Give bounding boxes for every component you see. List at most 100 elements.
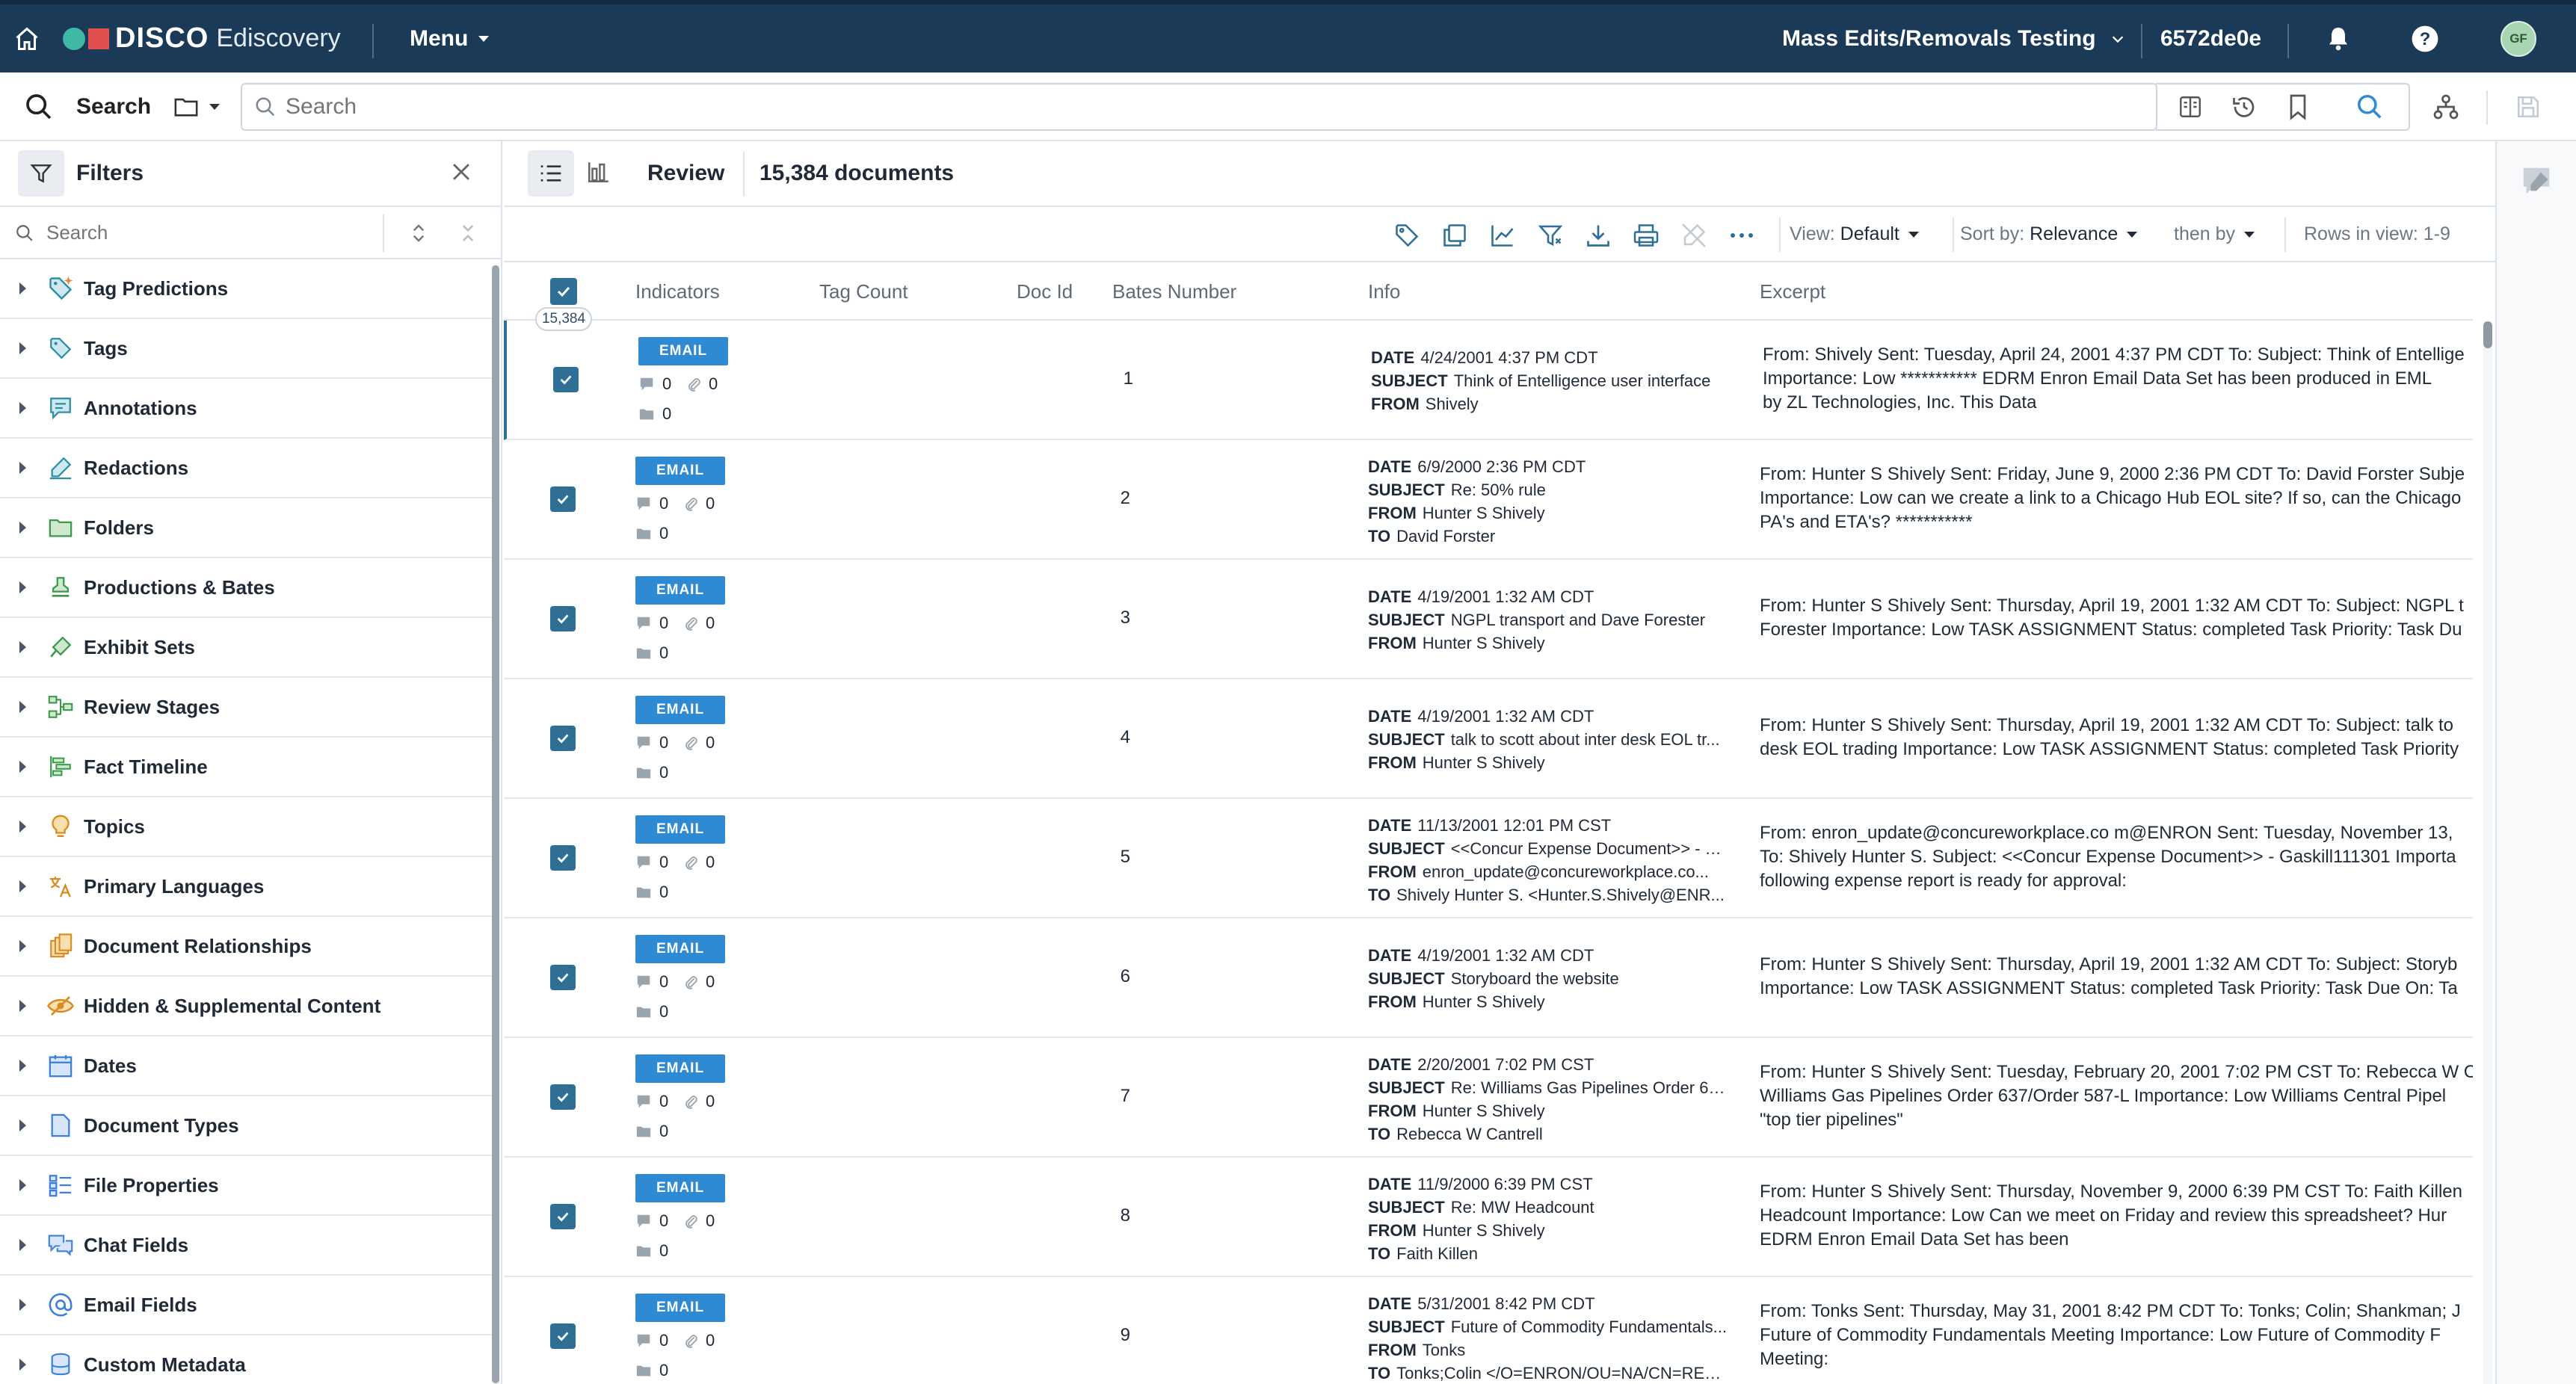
analytics-icon[interactable]	[1489, 222, 1516, 249]
filter-results-icon[interactable]	[1537, 222, 1564, 249]
filter-item-topics[interactable]: Topics	[0, 797, 493, 857]
folder-menu-button[interactable]	[173, 72, 220, 141]
expand-all-icon[interactable]	[408, 222, 429, 244]
save-search-icon[interactable]	[2507, 72, 2549, 141]
expand-caret-icon[interactable]	[19, 462, 26, 474]
row-checkbox[interactable]	[553, 367, 579, 392]
row-checkbox[interactable]	[550, 1204, 576, 1229]
filter-item-review-stages[interactable]: Review Stages	[0, 678, 493, 738]
filters-search-input[interactable]	[46, 207, 375, 258]
expand-caret-icon[interactable]	[19, 342, 26, 354]
run-search-icon[interactable]	[2349, 72, 2391, 141]
workspace-selector[interactable]: Mass Edits/Removals Testing	[1782, 4, 2126, 72]
table-row[interactable]: EMAIL 0 0 0 4 DATE 4/19/2001 1:32 AM CDT SUBJEC…	[504, 679, 2473, 799]
expand-caret-icon[interactable]	[19, 1239, 26, 1251]
filter-item-tag-predictions[interactable]: Tag Predictions	[0, 259, 493, 319]
filter-item-chat-fields[interactable]: Chat Fields	[0, 1216, 493, 1276]
filter-item-document-types[interactable]: Document Types	[0, 1096, 493, 1156]
filter-item-annotations[interactable]: Annotations	[0, 379, 493, 439]
table-row[interactable]: EMAIL 0 0 0 8 DATE 11/9/2000 6:39 PM CST SUBJEC…	[504, 1158, 2473, 1277]
filter-item-fact-timeline[interactable]: Fact Timeline	[0, 738, 493, 797]
column-header-tag-count[interactable]: Tag Count	[819, 280, 908, 303]
tag-icon[interactable]	[1393, 222, 1420, 249]
then-by-selector[interactable]: then by	[2174, 223, 2255, 245]
print-icon[interactable]	[1633, 222, 1660, 249]
redact-icon[interactable]	[1680, 222, 1707, 249]
filter-item-primary-languages[interactable]: Primary Languages	[0, 857, 493, 917]
expand-caret-icon[interactable]	[19, 821, 26, 832]
expand-caret-icon[interactable]	[19, 282, 26, 294]
filter-item-productions-bates[interactable]: Productions & Bates	[0, 558, 493, 618]
row-checkbox[interactable]	[550, 606, 576, 631]
filter-item-dates[interactable]: Dates	[0, 1037, 493, 1096]
table-scrollbar[interactable]	[2483, 321, 2492, 348]
expand-caret-icon[interactable]	[19, 1359, 26, 1371]
expand-caret-icon[interactable]	[19, 1060, 26, 1072]
collapse-all-icon[interactable]	[457, 222, 478, 244]
expand-caret-icon[interactable]	[19, 1000, 26, 1012]
row-checkbox[interactable]	[550, 845, 576, 871]
filter-item-file-properties[interactable]: File Properties	[0, 1156, 493, 1216]
column-header-excerpt[interactable]: Excerpt	[1760, 280, 1825, 303]
copy-to-folder-icon[interactable]	[1441, 222, 1468, 249]
filter-item-tags[interactable]: Tags	[0, 319, 493, 379]
expand-caret-icon[interactable]	[19, 701, 26, 713]
history-icon[interactable]	[2223, 72, 2265, 141]
help-icon[interactable]: ?	[2411, 4, 2439, 72]
expand-caret-icon[interactable]	[19, 581, 26, 593]
filter-item-hidden-supplemental[interactable]: Hidden & Supplemental Content	[0, 977, 493, 1037]
expand-caret-icon[interactable]	[19, 1119, 26, 1131]
column-header-doc-id[interactable]: Doc Id	[1017, 280, 1073, 303]
review-mode-label[interactable]: Review	[647, 161, 724, 186]
expand-caret-icon[interactable]	[19, 1179, 26, 1191]
bell-icon[interactable]	[2325, 4, 2352, 72]
row-checkbox[interactable]	[550, 965, 576, 990]
expand-caret-icon[interactable]	[19, 1299, 26, 1311]
expand-caret-icon[interactable]	[19, 522, 26, 534]
bookmark-icon[interactable]	[2277, 72, 2319, 141]
close-icon[interactable]	[449, 159, 474, 185]
filter-item-exhibit-sets[interactable]: Exhibit Sets	[0, 618, 493, 678]
filter-item-custom-metadata[interactable]: Custom Metadata	[0, 1335, 493, 1384]
annotate-panel-icon[interactable]	[2519, 164, 2554, 198]
row-checkbox[interactable]	[550, 1084, 576, 1110]
row-checkbox[interactable]	[550, 1323, 576, 1349]
user-avatar[interactable]: GF	[2500, 4, 2536, 72]
table-row[interactable]: EMAIL 0 0 0 3 DATE 4/19/2001 1:32 AM CDT SUBJEC…	[504, 560, 2473, 679]
expand-caret-icon[interactable]	[19, 940, 26, 952]
table-row[interactable]: EMAIL 0 0 0 5 DATE 11/13/2001 12:01 PM CST SUBJ…	[504, 799, 2473, 918]
column-header-bates-number[interactable]: Bates Number	[1112, 280, 1236, 303]
disco-logo[interactable]: DISCO Ediscovery	[63, 4, 341, 72]
filter-item-document-relationships[interactable]: Document Relationships	[0, 917, 493, 977]
row-checkbox[interactable]	[550, 486, 576, 512]
filter-item-redactions[interactable]: Redactions	[0, 439, 493, 498]
hierarchy-icon[interactable]	[2425, 72, 2467, 141]
view-selector[interactable]: View: Default	[1790, 223, 1919, 245]
chart-view-icon[interactable]	[586, 159, 611, 185]
more-options-icon[interactable]	[1728, 222, 1755, 249]
home-icon[interactable]	[13, 4, 43, 72]
main-menu-button[interactable]: Menu	[410, 4, 490, 72]
search-icon[interactable]	[24, 72, 54, 141]
expand-caret-icon[interactable]	[19, 880, 26, 892]
expand-caret-icon[interactable]	[19, 641, 26, 653]
search-input[interactable]	[241, 83, 2157, 131]
row-checkbox[interactable]	[550, 726, 576, 751]
table-row[interactable]: EMAIL 0 0 0 2 DATE 6/9/2000 2:36 PM CDT SUBJECT…	[504, 440, 2473, 560]
download-icon[interactable]	[1585, 222, 1612, 249]
list-view-icon[interactable]	[528, 150, 574, 197]
filter-item-folders[interactable]: Folders	[0, 498, 493, 558]
table-row[interactable]: EMAIL 0 0 0 9 DATE 5/31/2001 8:42 PM CDT SUBJEC…	[504, 1277, 2473, 1384]
column-header-info[interactable]: Info	[1368, 280, 1400, 303]
filters-scrollbar[interactable]	[492, 265, 499, 1383]
filter-icon[interactable]	[18, 150, 64, 197]
expand-caret-icon[interactable]	[19, 402, 26, 414]
search-syntax-icon[interactable]	[2169, 72, 2211, 141]
table-row[interactable]: EMAIL 0 0 0 1 DATE 4/24/2001 4:37 PM CDT SUBJEC…	[504, 321, 2473, 440]
filter-item-email-fields[interactable]: Email Fields	[0, 1276, 493, 1335]
column-header-indicators[interactable]: Indicators	[635, 280, 720, 303]
sort-selector[interactable]: Sort by: Relevance	[1960, 223, 2138, 245]
table-row[interactable]: EMAIL 0 0 0 6 DATE 4/19/2001 1:32 AM CDT SUBJEC…	[504, 918, 2473, 1038]
table-row[interactable]: EMAIL 0 0 0 7 DATE 2/20/2001 7:02 PM CST SUBJEC…	[504, 1038, 2473, 1158]
expand-caret-icon[interactable]	[19, 761, 26, 773]
